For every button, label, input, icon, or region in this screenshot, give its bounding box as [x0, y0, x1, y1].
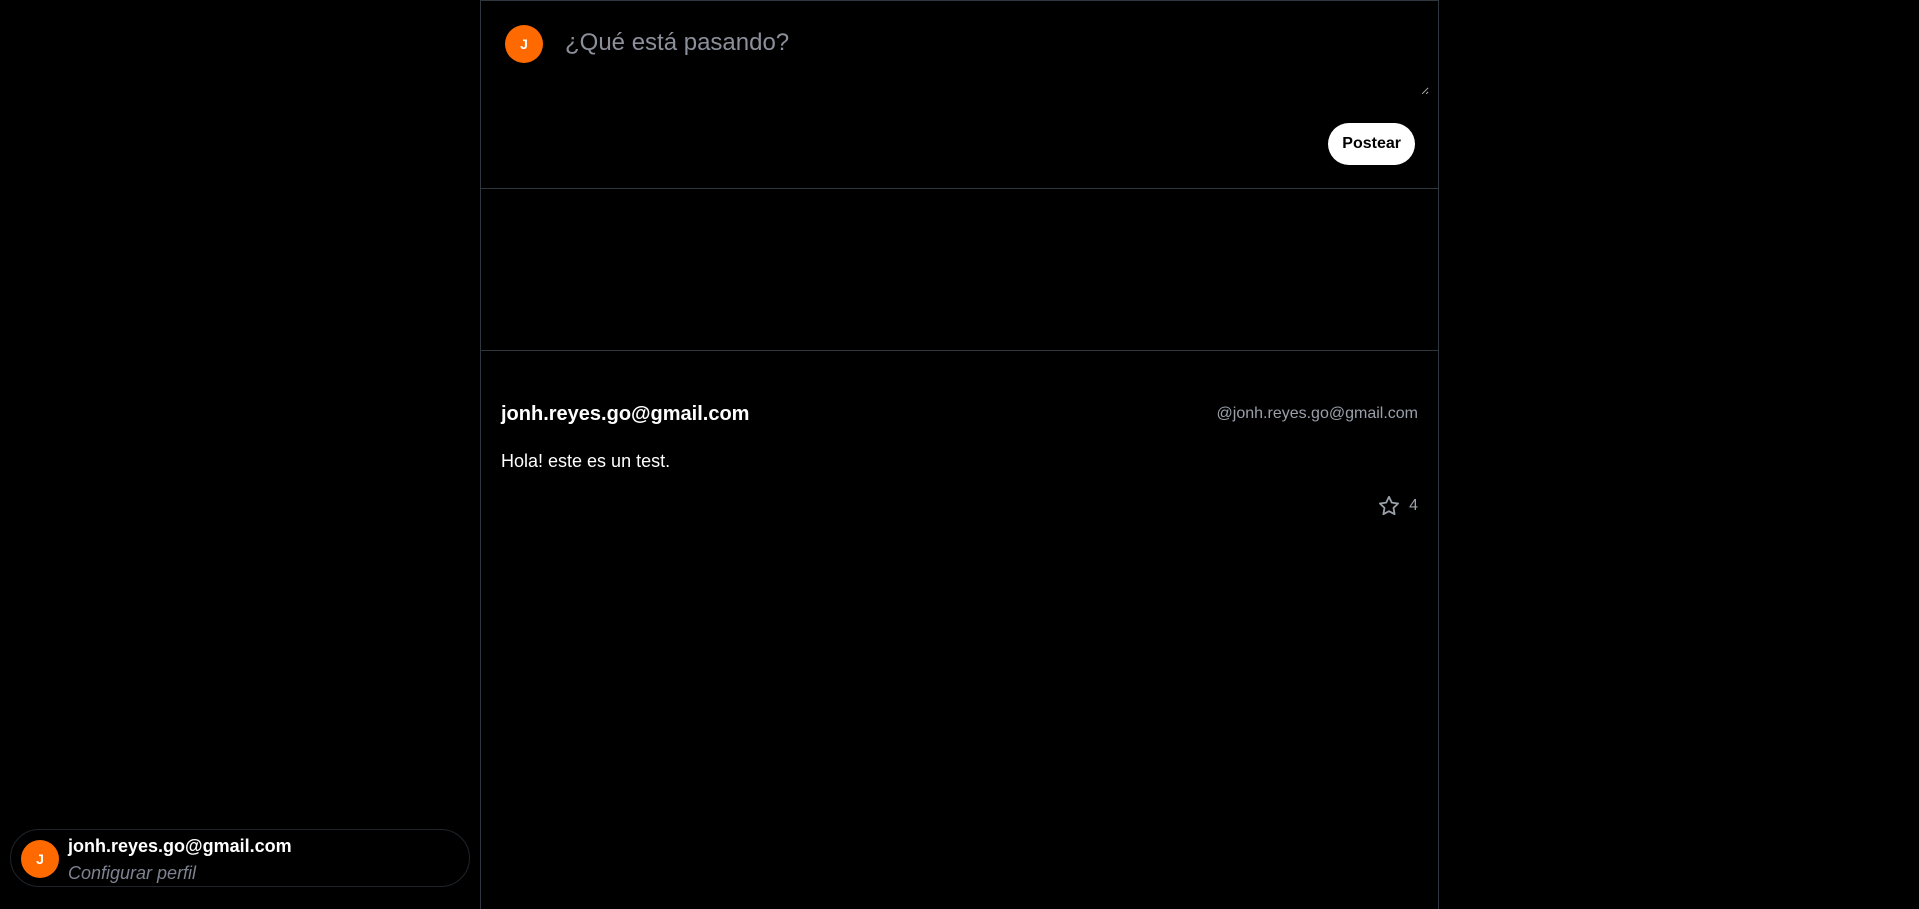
- post-item: jonh.reyes.go@gmail.com @jonh.reyes.go@g…: [481, 189, 1438, 516]
- post-handle: @jonh.reyes.go@gmail.com: [1216, 405, 1418, 422]
- post-text: Hola! este es un test.: [501, 451, 671, 471]
- avatar: J: [505, 25, 543, 63]
- profile-name: jonh.reyes.go@gmail.com: [68, 836, 292, 856]
- feed-column: J Postear jonh.reyes.go@gmail.com @jonh.…: [480, 0, 1439, 909]
- avatar-initial: J: [36, 851, 44, 867]
- like-count: 4: [1409, 497, 1418, 514]
- avatar-initial: J: [520, 36, 528, 52]
- post-author: jonh.reyes.go@gmail.com: [501, 403, 750, 425]
- compose-input[interactable]: [565, 25, 1429, 95]
- star-icon[interactable]: [1377, 494, 1401, 518]
- post-composer: J Postear: [481, 0, 1438, 189]
- avatar: J: [21, 840, 59, 878]
- profile-card[interactable]: J jonh.reyes.go@gmail.com Configurar per…: [10, 829, 470, 887]
- configure-profile-link[interactable]: Configurar perfil: [68, 863, 196, 884]
- post-button[interactable]: Postear: [1328, 123, 1415, 165]
- like-button[interactable]: 4: [1377, 494, 1418, 518]
